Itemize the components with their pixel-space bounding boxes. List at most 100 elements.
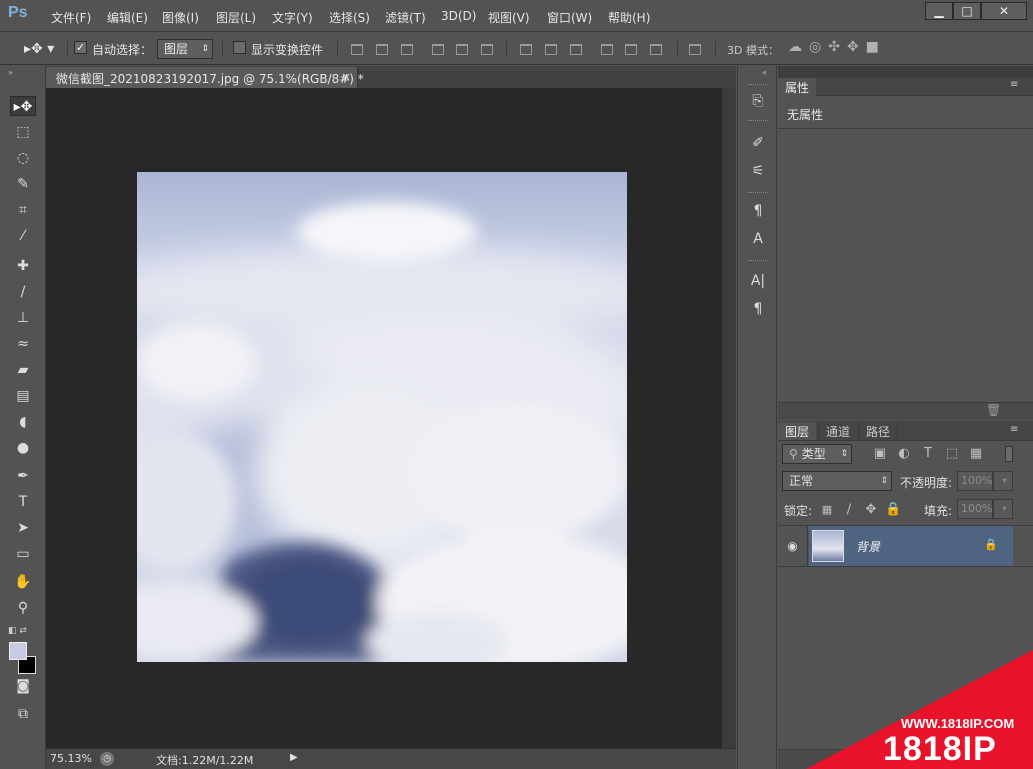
menu-image[interactable]: 图像(I) bbox=[162, 9, 199, 26]
crop-tool-icon[interactable]: ⌗ bbox=[10, 200, 36, 220]
panel-menu-icon[interactable]: ≡ bbox=[1010, 79, 1018, 90]
blur-tool-icon[interactable]: ◖ bbox=[10, 412, 36, 432]
document-tab[interactable]: 微信截图_20210823192017.jpg @ 75.1%(RGB/8#) … bbox=[46, 67, 364, 88]
marquee-tool-icon[interactable]: ⬚ bbox=[10, 122, 36, 142]
menu-window[interactable]: 窗口(W) bbox=[547, 9, 592, 26]
distribute-top-icon[interactable] bbox=[520, 44, 532, 55]
default-colors-icon[interactable]: ◧ ⇄ bbox=[8, 626, 27, 636]
move-tool-icon[interactable]: ▸✥ bbox=[10, 96, 36, 116]
layer-visibility-eye-icon[interactable]: ◉ bbox=[778, 526, 808, 566]
tab-properties[interactable]: 属性 bbox=[778, 78, 817, 96]
distribute-bottom-icon[interactable] bbox=[570, 44, 582, 55]
align-vcenter-icon[interactable] bbox=[376, 44, 388, 55]
align-bottom-icon[interactable] bbox=[401, 44, 413, 55]
filter-smart-object-icon[interactable]: ▦ bbox=[968, 446, 984, 462]
dodge-tool-icon[interactable]: ● bbox=[10, 438, 36, 458]
layer-row[interactable]: ◉ 背景 🔒 bbox=[778, 526, 1033, 566]
layers-panel-menu-icon[interactable]: ≡ bbox=[1010, 424, 1018, 435]
maximize-button[interactable]: □ bbox=[953, 2, 981, 20]
eraser-tool-icon[interactable]: ▰ bbox=[10, 360, 36, 380]
blend-mode-dropdown[interactable]: 正常 ⇕ bbox=[782, 471, 892, 491]
status-menu-arrow-icon[interactable]: ▶ bbox=[290, 752, 298, 763]
zoom-tool-icon[interactable]: ⚲ bbox=[10, 598, 36, 618]
filter-toggle[interactable] bbox=[1005, 446, 1013, 462]
quick-select-tool-icon[interactable]: ✎ bbox=[10, 174, 36, 194]
character-panel-icon[interactable]: A| bbox=[749, 272, 767, 290]
layer-name[interactable]: 背景 bbox=[856, 538, 880, 555]
menu-help[interactable]: 帮助(H) bbox=[608, 9, 650, 26]
zoom-level[interactable]: 75.13% bbox=[50, 752, 92, 765]
vertical-scrollbar[interactable] bbox=[722, 88, 736, 748]
screen-mode-icon[interactable]: ⧉ bbox=[10, 704, 36, 724]
menu-view[interactable]: 视图(V) bbox=[488, 9, 530, 26]
align-right-icon[interactable] bbox=[481, 44, 493, 55]
auto-align-icon[interactable] bbox=[689, 44, 701, 55]
tab-channels[interactable]: 通道 bbox=[818, 422, 857, 440]
menu-type[interactable]: 文字(Y) bbox=[272, 9, 313, 26]
quick-mask-icon[interactable]: ◙ bbox=[10, 676, 36, 696]
fill-slider-arrow-icon[interactable]: ▾ bbox=[993, 499, 1013, 519]
paragraph-panel-icon[interactable]: ¶ bbox=[749, 300, 767, 318]
distribute-hcenter-icon[interactable] bbox=[625, 44, 637, 55]
minimize-button[interactable]: ▁ bbox=[925, 2, 953, 20]
filter-adjustment-icon[interactable]: ◐ bbox=[896, 446, 912, 462]
distribute-right-icon[interactable] bbox=[650, 44, 662, 55]
tab-layers[interactable]: 图层 bbox=[778, 422, 817, 440]
options-bar: ▸✥ ▾ ✓ 自动选择： 图层 ⇕ 显示变换控件 3D 模式： ☁◎✣✥■ bbox=[0, 33, 1033, 65]
collapse-arrows-icon[interactable]: » bbox=[8, 68, 13, 77]
layer-filter-dropdown[interactable]: ⚲ 类型 ⇕ bbox=[782, 444, 852, 464]
history-brush-tool-icon[interactable]: ≈ bbox=[10, 334, 36, 354]
menu-layer[interactable]: 图层(L) bbox=[216, 9, 256, 26]
brush-presets-icon[interactable]: ✐ bbox=[749, 134, 767, 152]
show-transform-checkbox[interactable] bbox=[233, 41, 246, 54]
align-top-icon[interactable] bbox=[351, 44, 363, 55]
status-info-icon[interactable]: ◷ bbox=[100, 752, 114, 766]
tab-paths[interactable]: 路径 bbox=[858, 422, 899, 440]
filter-pixel-icon[interactable]: ▣ bbox=[872, 446, 888, 462]
history-panel-icon[interactable]: ⎘ bbox=[749, 92, 767, 110]
trash-icon[interactable]: 🗑 bbox=[986, 403, 1001, 417]
lock-position-icon[interactable]: ✥ bbox=[863, 502, 879, 518]
hand-tool-icon[interactable]: ✋ bbox=[10, 572, 36, 592]
canvas-image[interactable] bbox=[137, 172, 627, 662]
distribute-vcenter-icon[interactable] bbox=[545, 44, 557, 55]
close-button[interactable]: ✕ bbox=[981, 2, 1027, 20]
distribute-left-icon[interactable] bbox=[601, 44, 613, 55]
menu-file[interactable]: 文件(F) bbox=[51, 9, 91, 26]
3d-mode-icons[interactable]: ☁◎✣✥■ bbox=[788, 39, 886, 55]
foreground-color-swatch[interactable] bbox=[9, 642, 27, 660]
opacity-slider-arrow-icon[interactable]: ▾ bbox=[993, 471, 1013, 491]
type-tool-icon[interactable]: T bbox=[10, 492, 36, 512]
shape-tool-icon[interactable]: ▭ bbox=[10, 544, 36, 564]
menu-select[interactable]: 选择(S) bbox=[329, 9, 370, 26]
lock-all-icon[interactable]: 🔒 bbox=[885, 502, 901, 518]
align-hcenter-icon[interactable] bbox=[456, 44, 468, 55]
align-left-icon[interactable] bbox=[432, 44, 444, 55]
adjustments-icon[interactable]: ⚟ bbox=[749, 162, 767, 180]
gradient-tool-icon[interactable]: ▤ bbox=[10, 386, 36, 406]
auto-select-dropdown[interactable]: 图层 ⇕ bbox=[157, 39, 213, 59]
lock-image-icon[interactable]: ∕ bbox=[841, 502, 857, 518]
brush-tool-icon[interactable]: ∕ bbox=[10, 282, 36, 302]
menu-filter[interactable]: 滤镜(T) bbox=[385, 9, 426, 26]
auto-select-checkbox[interactable]: ✓ bbox=[74, 41, 87, 54]
opacity-input[interactable]: 100% bbox=[957, 471, 993, 491]
lasso-tool-icon[interactable]: ◌ bbox=[10, 148, 36, 168]
pen-tool-icon[interactable]: ✒ bbox=[10, 466, 36, 486]
path-select-tool-icon[interactable]: ➤ bbox=[10, 518, 36, 538]
fill-input[interactable]: 100% bbox=[957, 499, 993, 519]
character-styles-icon[interactable]: A bbox=[749, 230, 767, 248]
move-tool-preset-icon[interactable]: ▸✥ ▾ bbox=[24, 41, 54, 57]
filter-shape-icon[interactable]: ⬚ bbox=[944, 446, 960, 462]
filter-type-icon[interactable]: T bbox=[920, 446, 936, 462]
paragraph-styles-icon[interactable]: ¶ bbox=[749, 202, 767, 220]
collapse-dock-icon[interactable]: « bbox=[762, 68, 767, 77]
close-tab-icon[interactable]: × bbox=[341, 70, 351, 84]
lock-transparent-icon[interactable]: ▦ bbox=[819, 502, 835, 518]
eyedropper-tool-icon[interactable]: ⁄ bbox=[10, 226, 36, 246]
menu-edit[interactable]: 编辑(E) bbox=[107, 9, 148, 26]
search-icon: ⚲ bbox=[789, 447, 802, 461]
menu-3d[interactable]: 3D(D) bbox=[441, 9, 476, 23]
healing-brush-tool-icon[interactable]: ✚ bbox=[10, 256, 36, 276]
stamp-tool-icon[interactable]: ⊥ bbox=[10, 308, 36, 328]
